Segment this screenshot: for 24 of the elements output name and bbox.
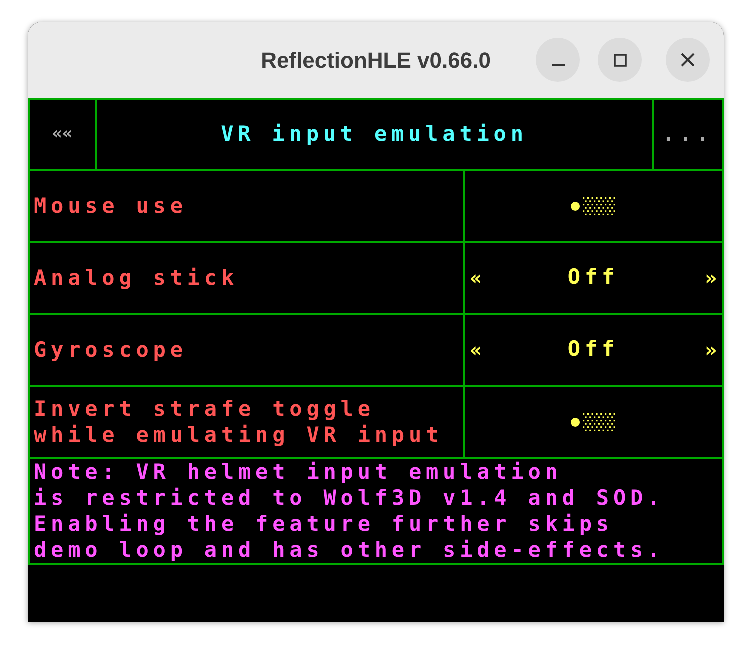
more-button[interactable]: ... <box>662 118 714 150</box>
window-title: ReflectionHLE v0.66.0 <box>261 46 491 74</box>
previous-option-button[interactable]: « <box>470 335 482 365</box>
slider-thumb[interactable] <box>570 202 580 210</box>
close-button[interactable] <box>666 38 710 82</box>
maximize-button[interactable] <box>598 38 642 82</box>
setting-label: Analog stick <box>34 265 239 291</box>
maximize-icon <box>614 54 626 66</box>
slider-track[interactable] <box>570 413 616 431</box>
setting-label: Gyroscope <box>34 337 188 363</box>
menu-title: VR input emulation <box>221 120 528 148</box>
close-icon <box>681 53 695 67</box>
option-value: Off <box>568 336 620 364</box>
slider-thumb[interactable] <box>570 418 580 426</box>
next-option-button[interactable]: » <box>704 335 717 365</box>
slider-track[interactable] <box>570 197 616 215</box>
back-button[interactable]: «« <box>52 122 73 148</box>
note-text: Note: VR helmet input emulation is restricted to Wolf3D v1.4 and SOD. Enabling the feature further skips demo loop and has other side-effects. <box>34 459 666 563</box>
next-option-button[interactable]: » <box>704 263 717 293</box>
option-value: Off <box>568 264 620 292</box>
previous-option-button[interactable]: « <box>470 263 482 293</box>
setting-label: Mouse use <box>34 193 188 219</box>
setting-label: Invert strafe toggle while emulating VR input <box>34 396 444 448</box>
minimize-icon <box>552 64 564 66</box>
